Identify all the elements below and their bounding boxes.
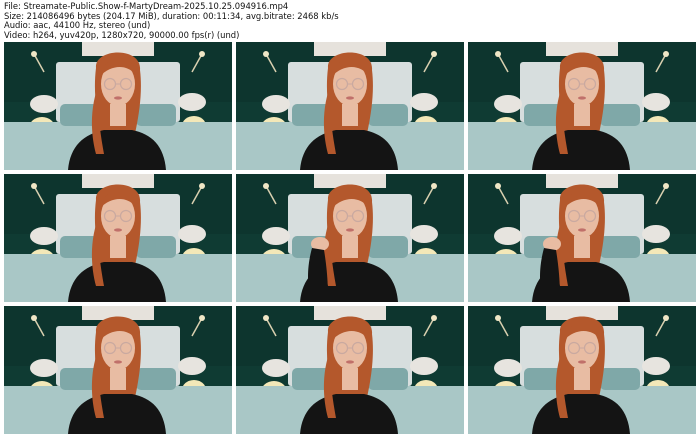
video-thumbnail-6 <box>468 174 696 302</box>
video-thumbnail-2 <box>236 42 464 170</box>
video-thumbnail-5 <box>236 174 464 302</box>
video-thumbnail-7 <box>4 306 232 434</box>
thumbnail-grid <box>0 0 700 438</box>
video-thumbnail-8 <box>236 306 464 434</box>
video-thumbnail-1 <box>4 42 232 170</box>
video-thumbnail-4 <box>4 174 232 302</box>
video-thumbnail-9 <box>468 306 696 434</box>
video-thumbnail-3 <box>468 42 696 170</box>
